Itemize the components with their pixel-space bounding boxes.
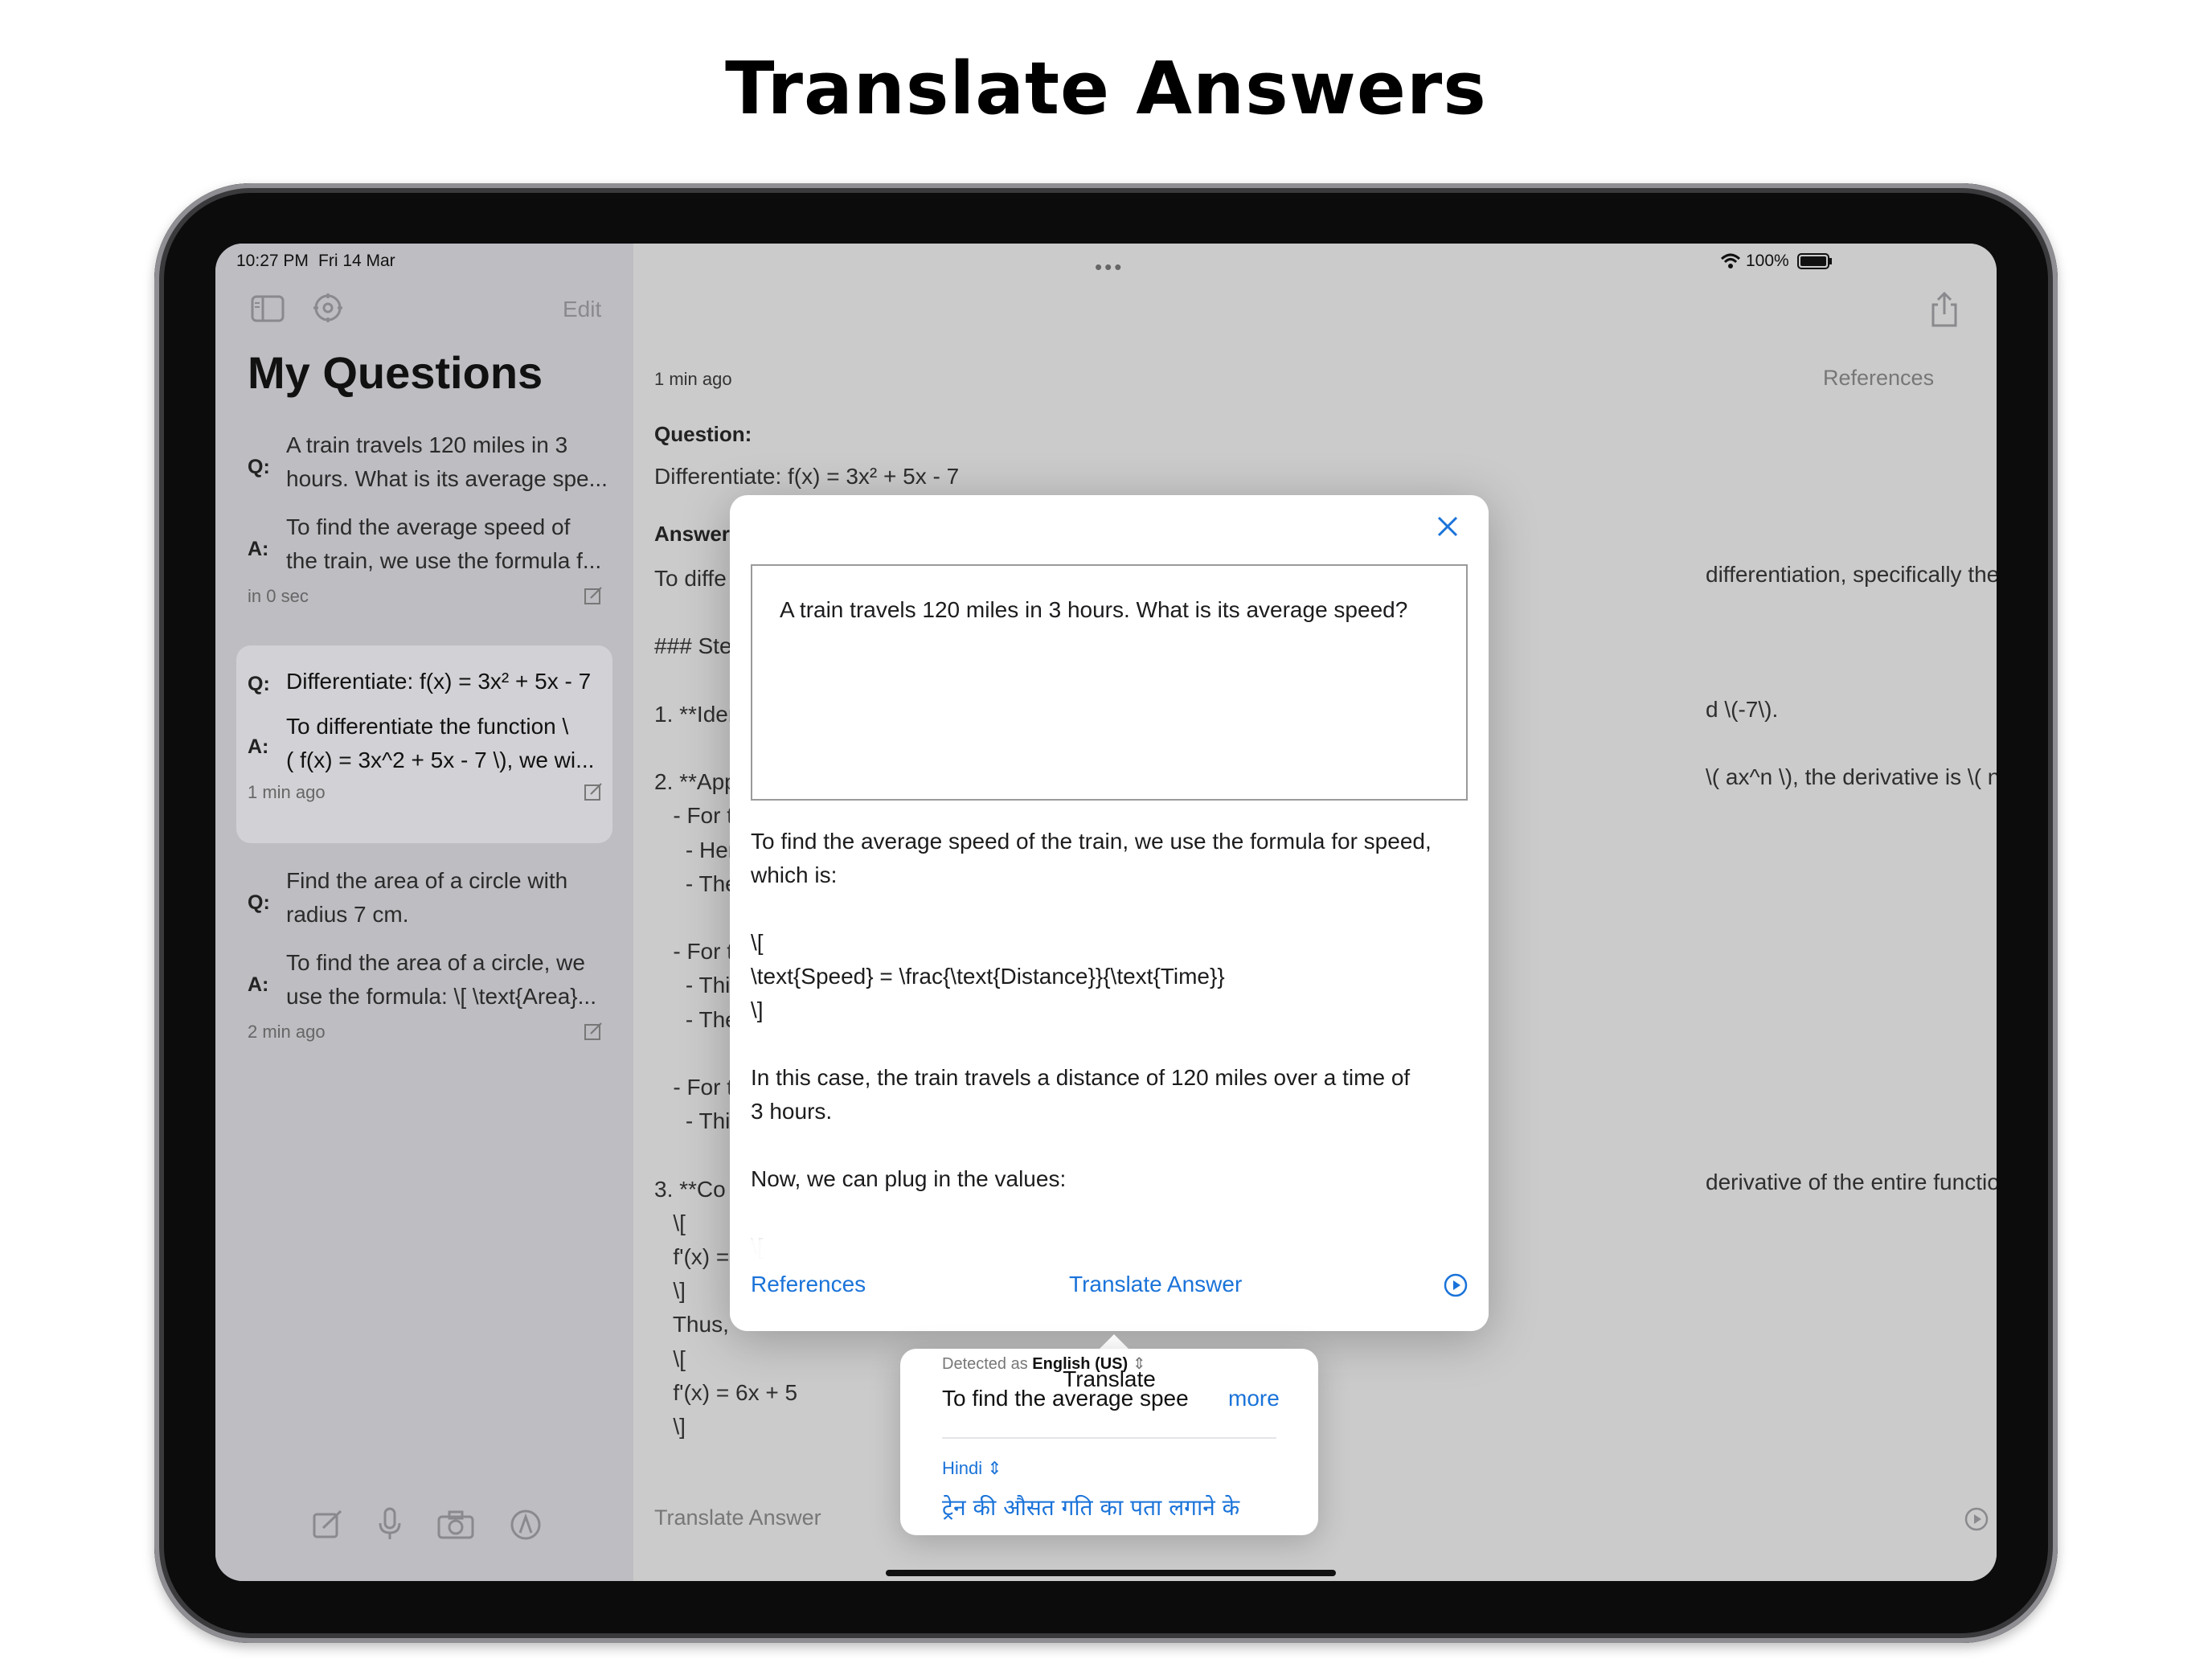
play-circle-icon[interactable] xyxy=(1444,1273,1468,1297)
answer-body-right: derivative of the entire function: xyxy=(1706,1169,1997,1194)
edit-button[interactable]: Edit xyxy=(563,297,601,322)
answer-label: A: xyxy=(248,973,269,996)
sidebar-toggle-icon[interactable] xyxy=(251,295,285,322)
answer-time-ago: 1 min ago xyxy=(654,369,732,389)
question-preview: Find the area of a circle with radius 7 c… xyxy=(286,868,568,927)
question-heading: Question: xyxy=(654,422,752,446)
share-icon[interactable] xyxy=(1931,292,1958,327)
timestamp: 1 min ago xyxy=(248,782,326,802)
modal-translate-button[interactable]: Translate Answer xyxy=(1069,1272,1242,1297)
sidebar: 10:27 PM Fri 14 Mar Edit My Questions Q:… xyxy=(215,244,633,1581)
modal-toolbar xyxy=(730,1202,1489,1331)
divider xyxy=(942,1437,1276,1439)
list-item[interactable]: Q: Differentiate: f(x) = 3x² + 5x - 7 A:… xyxy=(215,662,633,838)
multitask-dots-icon[interactable]: ••• xyxy=(1095,255,1124,280)
modal-references-button[interactable]: References xyxy=(751,1272,866,1297)
wifi-icon xyxy=(1720,253,1741,269)
answer-heading: Answer: xyxy=(654,522,737,546)
answer-preview: To differentiate the function \( f(x) = … xyxy=(286,714,595,772)
timestamp: 2 min ago xyxy=(248,1022,326,1042)
close-icon[interactable] xyxy=(1436,514,1460,539)
target-language[interactable]: Hindi ⇕ xyxy=(942,1458,1002,1479)
battery-icon xyxy=(1797,253,1833,269)
page-headline: Translate Answers xyxy=(725,47,1487,131)
gear-icon[interactable] xyxy=(312,292,344,324)
question-preview: Differentiate: f(x) = 3x² + 5x - 7 xyxy=(286,669,592,694)
answer-label: A: xyxy=(248,735,269,758)
modal-question-text: A train travels 120 miles in 3 hours. Wh… xyxy=(780,597,1408,622)
question-text: Differentiate: f(x) = 3x² + 5x - 7 xyxy=(654,464,960,489)
compose-icon[interactable] xyxy=(312,1509,344,1541)
translate-popover: Detected as English (US) ⇕ Translate To … xyxy=(900,1349,1318,1535)
question-label: Q: xyxy=(248,673,270,695)
popover-pointer xyxy=(1098,1334,1130,1350)
sidebar-title: My Questions xyxy=(248,347,543,398)
camera-icon[interactable] xyxy=(437,1510,474,1539)
home-indicator xyxy=(886,1570,1336,1576)
edit-note-icon[interactable] xyxy=(584,586,603,605)
battery-percent: 100% xyxy=(1746,252,1789,270)
question-preview: A train travels 120 miles in 3 hours. Wha… xyxy=(286,432,608,491)
edit-note-icon[interactable] xyxy=(584,782,603,801)
edit-note-icon[interactable] xyxy=(584,1022,603,1041)
list-item[interactable]: Q: Find the area of a circle with radius … xyxy=(215,864,633,1073)
answer-modal: A train travels 120 miles in 3 hours. Wh… xyxy=(730,495,1489,1331)
more-button[interactable]: more xyxy=(1228,1386,1280,1411)
microphone-icon[interactable] xyxy=(378,1507,402,1541)
chevron-updown-icon: ⇕ xyxy=(987,1458,1002,1478)
question-label: Q: xyxy=(248,891,270,914)
translate-answer-button[interactable]: Translate Answer xyxy=(654,1505,821,1530)
references-link[interactable]: References xyxy=(1823,366,1934,391)
draw-icon[interactable] xyxy=(510,1509,542,1541)
status-time: 10:27 PM xyxy=(236,252,309,270)
translated-text: ट्रेन की औसत गति का पता लगाने के xyxy=(942,1494,1240,1521)
answer-body-right: d \(-7\). xyxy=(1706,697,1779,722)
list-item[interactable]: Q: A train travels 120 miles in 3 hours. … xyxy=(215,428,633,637)
answer-preview: To find the area of a circle, we use the … xyxy=(286,950,596,1009)
status-date: Fri 14 Mar xyxy=(318,252,395,270)
answer-body-right: \( ax^n \), the derivative is \( nax^{n-… xyxy=(1706,764,1997,789)
answer-body-right: differentiation, specifically the power … xyxy=(1706,562,1997,587)
answer-label: A: xyxy=(248,538,269,560)
question-box: A train travels 120 miles in 3 hours. Wh… xyxy=(751,564,1468,801)
answer-preview: To find the average speed of the train, w… xyxy=(286,514,602,573)
question-label: Q: xyxy=(248,456,270,478)
modal-answer-text: To find the average speed of the train, … xyxy=(751,829,1432,1259)
source-text: To find the average spee xyxy=(942,1386,1189,1411)
timestamp: in 0 sec xyxy=(248,586,309,606)
play-circle-icon[interactable] xyxy=(1964,1507,1989,1531)
